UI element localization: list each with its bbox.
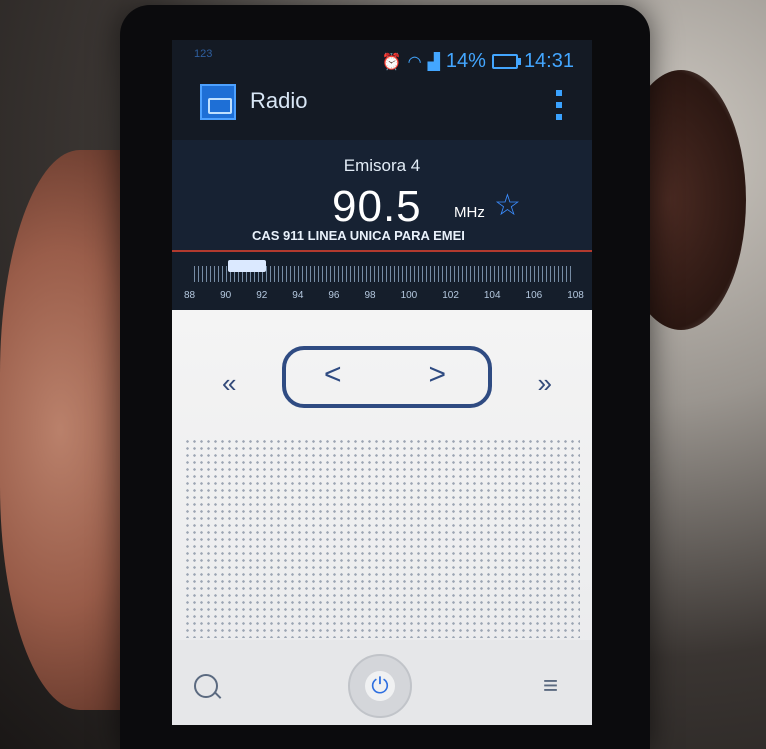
status-icons: ⏰ ◠ ▟ 14% 14:31 [382,50,574,73]
tune-next-button[interactable]: > [428,358,446,392]
seek-forward-button[interactable]: » [538,368,552,399]
station-name: Emisora 4 [343,156,421,175]
scale-label: 96 [328,290,340,301]
status-left-text: 123 [194,48,213,60]
bottom-bar: ⏻ ≡ [172,640,592,725]
scale-label: 106 [525,290,543,301]
frequency-unit: MHz [454,204,485,221]
scale-labels: 88 90 92 94 96 98 100 102 104 106 108 [184,290,584,301]
frequency-value: 90.5 [332,182,422,231]
tune-control: < > [282,346,492,408]
scale-label: 104 [483,290,501,301]
control-panel: « < > » ⏻ ≡ [172,310,592,725]
battery-icon [491,54,521,69]
speaker-grille [184,438,580,638]
scale-label: 88 [184,290,196,301]
tune-prev-button[interactable]: < [324,358,342,392]
alarm-icon: ⏰ [381,53,402,71]
battery-percent: 14% [445,50,486,72]
scale-label: 92 [256,290,268,301]
radio-app-icon[interactable] [200,84,236,120]
station-header: Emisora 4 90.5 MHz ☆ CAS 911 LINEA UNICA… [172,140,592,252]
scale-label: 94 [292,290,304,301]
signal-icon: ▟ [427,53,440,71]
power-button[interactable]: ⏻ [348,654,412,718]
seek-back-button[interactable]: « [222,368,236,399]
station-list-icon[interactable]: ≡ [543,670,558,701]
app-title: Radio [250,88,308,113]
wifi-icon: ◠ [407,53,422,71]
scale-label: 102 [442,290,459,301]
tuning-needle[interactable] [228,260,266,272]
scale-label: 100 [400,290,418,301]
rds-text: CAS 911 LINEA UNICA PARA EMEI [252,228,465,243]
phone-screen: 123 ⏰ ◠ ▟ 14% 14:31 Radio Emisora 4 90.5… [172,40,592,725]
app-bar: Radio [172,76,592,132]
scale-label: 108 [567,290,584,301]
overflow-menu-icon[interactable] [556,90,562,120]
scale-label: 98 [364,290,376,301]
status-bar: 123 ⏰ ◠ ▟ 14% 14:31 [172,40,592,78]
frequency-scale[interactable]: 88 90 92 94 96 98 100 102 104 106 108 [172,252,592,310]
scale-label: 90 [220,290,232,301]
search-icon[interactable] [194,674,218,698]
star-icon[interactable]: ☆ [494,188,521,223]
power-icon: ⏻ [365,671,395,701]
status-time: 14:31 [523,50,574,72]
